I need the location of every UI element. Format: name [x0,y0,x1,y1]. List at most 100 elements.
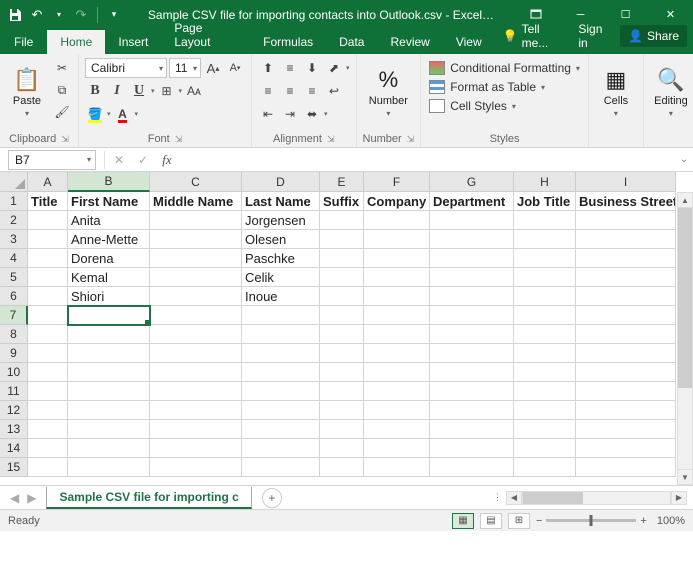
cell-G14[interactable] [430,439,514,458]
row-header-15[interactable]: 15 [0,458,28,477]
cell-B9[interactable] [68,344,150,363]
cell-E3[interactable] [320,230,364,249]
cell-G4[interactable] [430,249,514,268]
cell-H13[interactable] [514,420,576,439]
cell-B1[interactable]: First Name [68,192,150,211]
expand-formula-bar-button[interactable]: ⌄ [675,154,693,165]
tab-home[interactable]: Home [47,30,105,54]
align-right-button[interactable]: ≡ [302,81,322,101]
row-header-14[interactable]: 14 [0,439,28,458]
cell-G1[interactable]: Department [430,192,514,211]
cell-E15[interactable] [320,458,364,477]
align-bottom-button[interactable]: ⬇ [302,58,322,78]
cell-F10[interactable] [364,363,430,382]
cell-I8[interactable] [576,325,676,344]
cell-E5[interactable] [320,268,364,287]
row-header-8[interactable]: 8 [0,325,28,344]
new-sheet-button[interactable]: + [262,488,282,508]
cell-I10[interactable] [576,363,676,382]
cell-H2[interactable] [514,211,576,230]
cell-C10[interactable] [150,363,242,382]
column-header-H[interactable]: H [514,172,576,192]
font-size-select[interactable]: 11 [169,58,201,78]
cell-A14[interactable] [28,439,68,458]
cell-A9[interactable] [28,344,68,363]
orientation-button[interactable]: ⬈ [324,58,344,78]
conditional-formatting-button[interactable]: Conditional Formatting▾ [427,60,582,76]
row-header-3[interactable]: 3 [0,230,28,249]
zoom-in-button[interactable]: + [640,515,646,527]
cell-E9[interactable] [320,344,364,363]
align-left-button[interactable]: ≡ [258,81,278,101]
alignment-dialog-icon[interactable]: ⇲ [327,134,335,145]
cell-H14[interactable] [514,439,576,458]
column-header-G[interactable]: G [430,172,514,192]
sign-in-button[interactable]: Sign in [570,18,618,54]
cell-G9[interactable] [430,344,514,363]
tab-formulas[interactable]: Formulas [250,30,326,54]
cell-I15[interactable] [576,458,676,477]
cell-A1[interactable]: Title [28,192,68,211]
cell-D11[interactable] [242,382,320,401]
cell-I7[interactable] [576,306,676,325]
cell-I11[interactable] [576,382,676,401]
cell-F8[interactable] [364,325,430,344]
cell-I9[interactable] [576,344,676,363]
cell-E10[interactable] [320,363,364,382]
row-header-12[interactable]: 12 [0,401,28,420]
grow-font-button[interactable]: A▴ [203,58,223,78]
number-format-button[interactable]: % Number ▾ [367,58,409,126]
cell-B3[interactable]: Anne-Mette [68,230,150,249]
column-header-F[interactable]: F [364,172,430,192]
editing-button[interactable]: 🔍Editing▾ [650,58,692,126]
cell-I12[interactable] [576,401,676,420]
cell-H4[interactable] [514,249,576,268]
scroll-up-button[interactable]: ▲ [677,192,693,208]
column-header-D[interactable]: D [242,172,320,192]
cell-D3[interactable]: Olesen [242,230,320,249]
vertical-scrollbar[interactable]: ▲ ▼ [677,192,693,485]
cell-C14[interactable] [150,439,242,458]
font-case-button[interactable]: Aᴀ [184,81,204,101]
cell-E6[interactable] [320,287,364,306]
cell-G6[interactable] [430,287,514,306]
cut-button[interactable]: ✂ [52,58,72,78]
share-button[interactable]: 👤Share [620,25,687,47]
cell-F13[interactable] [364,420,430,439]
cell-H6[interactable] [514,287,576,306]
cell-F6[interactable] [364,287,430,306]
font-color-button[interactable]: A [113,104,133,124]
hscroll-left-button[interactable]: ◀ [506,491,522,505]
cell-C8[interactable] [150,325,242,344]
sheet-nav-prev-button[interactable]: ◀ [10,491,19,505]
cell-B13[interactable] [68,420,150,439]
cell-C7[interactable] [150,306,242,325]
zoom-slider[interactable] [546,519,636,522]
cell-F14[interactable] [364,439,430,458]
cell-C5[interactable] [150,268,242,287]
column-header-A[interactable]: A [28,172,68,192]
cell-E7[interactable] [320,306,364,325]
cell-F4[interactable] [364,249,430,268]
cell-H9[interactable] [514,344,576,363]
tab-page-layout[interactable]: Page Layout [161,16,250,54]
number-dialog-icon[interactable]: ⇲ [407,134,415,145]
row-header-5[interactable]: 5 [0,268,28,287]
cell-I4[interactable] [576,249,676,268]
format-painter-button[interactable]: 🖌 [52,102,72,122]
cell-A13[interactable] [28,420,68,439]
cell-A15[interactable] [28,458,68,477]
tab-review[interactable]: Review [377,30,442,54]
cell-H10[interactable] [514,363,576,382]
cell-F1[interactable]: Company [364,192,430,211]
cell-H5[interactable] [514,268,576,287]
cell-E1[interactable]: Suffix [320,192,364,211]
sheet-tab[interactable]: Sample CSV file for importing c [46,487,251,509]
cell-D10[interactable] [242,363,320,382]
cell-D15[interactable] [242,458,320,477]
scroll-down-button[interactable]: ▼ [677,469,693,485]
name-box[interactable]: B7 [8,150,96,170]
cell-C11[interactable] [150,382,242,401]
cell-G10[interactable] [430,363,514,382]
sheet-nav-next-button[interactable]: ▶ [27,491,36,505]
